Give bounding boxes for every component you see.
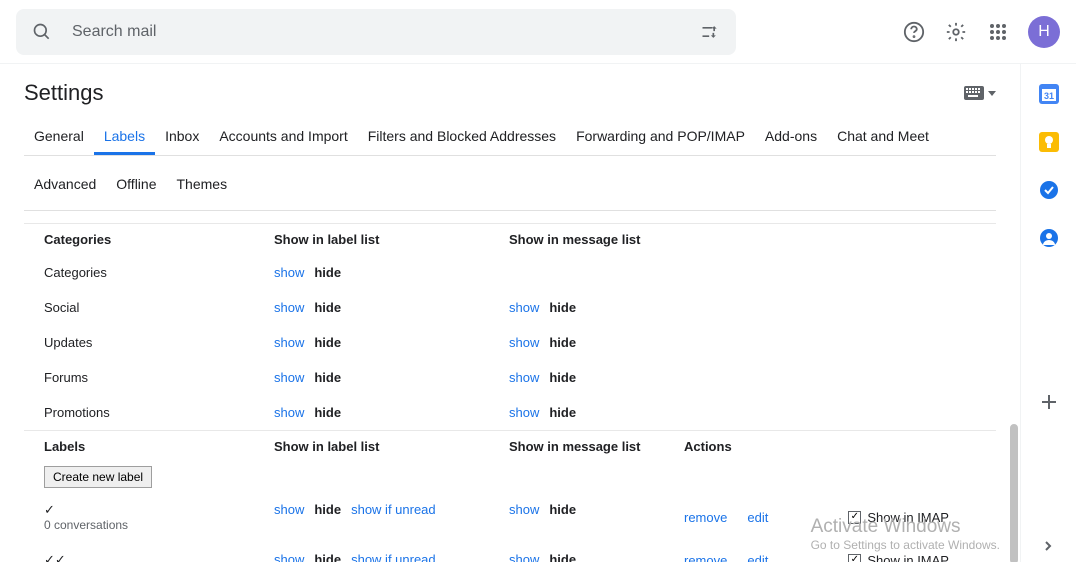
show-if-unread-link[interactable]: show if unread: [351, 552, 436, 562]
hide-link[interactable]: hide: [549, 335, 576, 350]
hide-link[interactable]: hide: [549, 405, 576, 420]
show-if-unread-link[interactable]: show if unread: [351, 502, 436, 517]
tab-labels[interactable]: Labels: [94, 120, 155, 155]
tab-add-ons[interactable]: Add-ons: [755, 120, 827, 155]
col-header-categories: Categories: [24, 223, 274, 255]
side-panel: 31: [1020, 64, 1076, 562]
edit-link[interactable]: edit: [747, 510, 768, 525]
show-link[interactable]: show: [274, 552, 304, 562]
msg-list-toggle: show hide: [509, 325, 684, 360]
hide-link[interactable]: hide: [549, 502, 576, 517]
tab-offline[interactable]: Offline: [106, 168, 166, 200]
hide-link[interactable]: hide: [314, 335, 341, 350]
apps-grid-icon[interactable]: [986, 20, 1010, 44]
help-icon[interactable]: [902, 20, 926, 44]
hide-link[interactable]: hide: [549, 552, 576, 562]
imap-label: Show in IMAP: [867, 553, 949, 562]
search-icon: [30, 20, 54, 44]
settings-gear-icon[interactable]: [944, 20, 968, 44]
label-list-toggle: show hide: [274, 255, 509, 290]
hide-link[interactable]: hide: [314, 300, 341, 315]
msg-list-toggle: show hide: [509, 395, 684, 430]
hide-link[interactable]: hide: [314, 405, 341, 420]
settings-tabs: GeneralLabelsInboxAccounts and ImportFil…: [24, 120, 996, 156]
category-name: Categories: [24, 255, 274, 290]
calendar-icon[interactable]: 31: [1039, 84, 1059, 104]
hide-link[interactable]: hide: [314, 265, 341, 280]
show-link[interactable]: show: [509, 335, 539, 350]
hide-link[interactable]: hide: [549, 300, 576, 315]
label-name: ✓0 conversations: [24, 492, 274, 542]
search-input[interactable]: [72, 23, 698, 41]
search-box[interactable]: [16, 9, 736, 55]
label-list-toggle: show hide: [274, 360, 509, 395]
category-name: Social: [24, 290, 274, 325]
input-tools-toggle[interactable]: [964, 86, 996, 100]
show-link[interactable]: show: [509, 300, 539, 315]
edit-link[interactable]: edit: [747, 553, 768, 562]
tab-advanced[interactable]: Advanced: [24, 168, 106, 200]
imap-checkbox[interactable]: ✓: [848, 554, 861, 562]
label-name: ✓✓: [24, 542, 274, 562]
account-avatar[interactable]: H: [1028, 16, 1060, 48]
tab-forwarding-and-pop-imap[interactable]: Forwarding and POP/IMAP: [566, 120, 755, 155]
settings-tabs-row2: AdvancedOfflineThemes: [24, 168, 996, 211]
show-link[interactable]: show: [509, 502, 539, 517]
tab-themes[interactable]: Themes: [167, 168, 238, 200]
remove-link[interactable]: remove: [684, 553, 727, 562]
msg-list-toggle: [509, 255, 684, 290]
label-list-toggle: show hide: [274, 325, 509, 360]
show-link[interactable]: show: [274, 502, 304, 517]
svg-text:31: 31: [1043, 91, 1053, 101]
contacts-icon[interactable]: [1039, 228, 1059, 248]
tab-accounts-and-import[interactable]: Accounts and Import: [209, 120, 357, 155]
category-name: Updates: [24, 325, 274, 360]
page-title: Settings: [24, 80, 104, 106]
show-link[interactable]: show: [509, 552, 539, 562]
category-name: Promotions: [24, 395, 274, 430]
remove-link[interactable]: remove: [684, 510, 727, 525]
tab-general[interactable]: General: [24, 120, 94, 155]
add-panel-icon[interactable]: [1039, 392, 1059, 412]
msg-list-toggle: show hide: [509, 290, 684, 325]
hide-link[interactable]: hide: [314, 370, 341, 385]
show-link[interactable]: show: [274, 300, 304, 315]
tasks-icon[interactable]: [1039, 180, 1059, 200]
show-link[interactable]: show: [509, 405, 539, 420]
label-list-toggle: show hide: [274, 395, 509, 430]
col-header-actions: Actions: [684, 430, 996, 462]
hide-link[interactable]: hide: [549, 370, 576, 385]
scrollbar[interactable]: [1010, 424, 1018, 562]
hide-link[interactable]: hide: [314, 502, 341, 517]
search-options-icon[interactable]: [698, 20, 722, 44]
create-label-button[interactable]: Create new label: [44, 466, 152, 488]
show-link[interactable]: show: [509, 370, 539, 385]
col-header-show-label: Show in label list: [274, 223, 509, 255]
imap-checkbox[interactable]: ✓: [848, 511, 861, 524]
label-list-toggle: show hide: [274, 290, 509, 325]
category-name: Forums: [24, 360, 274, 395]
msg-list-toggle: show hide: [509, 360, 684, 395]
col-header-show-msg2: Show in message list: [509, 430, 684, 462]
show-link[interactable]: show: [274, 335, 304, 350]
show-link[interactable]: show: [274, 370, 304, 385]
tab-chat-and-meet[interactable]: Chat and Meet: [827, 120, 939, 155]
col-header-show-msg: Show in message list: [509, 223, 684, 255]
chevron-right-icon[interactable]: [1038, 536, 1058, 556]
imap-label: Show in IMAP: [867, 510, 949, 525]
col-header-show-label2: Show in label list: [274, 430, 509, 462]
hide-link[interactable]: hide: [314, 552, 341, 562]
tab-filters-and-blocked-addresses[interactable]: Filters and Blocked Addresses: [358, 120, 566, 155]
show-link[interactable]: show: [274, 265, 304, 280]
show-link[interactable]: show: [274, 405, 304, 420]
col-header-labels: Labels: [24, 430, 274, 462]
keep-icon[interactable]: [1039, 132, 1059, 152]
tab-inbox[interactable]: Inbox: [155, 120, 209, 155]
